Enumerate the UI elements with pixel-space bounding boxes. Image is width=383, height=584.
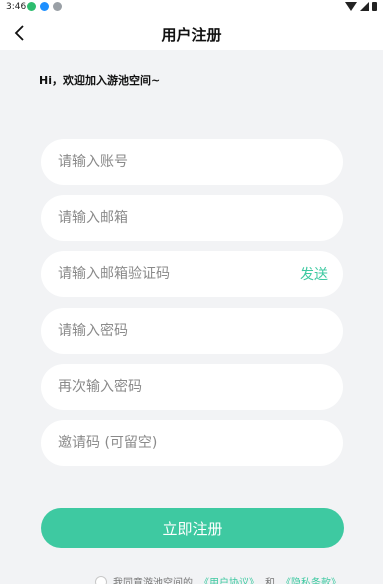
password-input[interactable] — [58, 308, 288, 354]
welcome-text: Hi，欢迎加入游池空间~ — [39, 74, 161, 87]
email-input[interactable] — [58, 195, 288, 241]
register-button[interactable]: 立即注册 — [41, 508, 344, 548]
privacy-link[interactable]: 《隐私条款》 — [281, 574, 341, 584]
status-bar: 3:46 — [0, 0, 383, 16]
email-field[interactable] — [41, 195, 343, 241]
user-agreement-link[interactable]: 《用户协议》 — [199, 574, 259, 584]
password-field[interactable] — [41, 308, 343, 354]
password-confirm-field[interactable] — [41, 364, 343, 410]
agreement-checkbox[interactable] — [95, 575, 107, 584]
header: 用户注册 — [0, 16, 383, 50]
agreement-prefix: 我同意游池空间的 — [113, 578, 193, 584]
agreement-row: 我同意游池空间的 《用户协议》 和 《隐私条款》 — [95, 574, 341, 584]
battery-icon — [372, 2, 377, 11]
account-field[interactable] — [41, 139, 343, 185]
invite-code-input[interactable] — [58, 420, 288, 466]
wifi-icon — [345, 2, 357, 11]
account-input[interactable] — [58, 139, 288, 185]
invite-code-field[interactable] — [41, 420, 343, 466]
email-code-input[interactable] — [58, 251, 288, 297]
page-title: 用户注册 — [161, 26, 222, 44]
send-code-button[interactable]: 发送 — [300, 264, 328, 284]
bluetooth-icon — [40, 2, 49, 11]
app-notification-icon — [27, 2, 36, 11]
password-confirm-input[interactable] — [58, 364, 288, 410]
system-notification-icon — [53, 2, 62, 11]
notification-icons — [27, 2, 62, 11]
email-code-field[interactable]: 发送 — [41, 251, 343, 297]
agreement-and: 和 — [265, 578, 275, 584]
status-time: 3:46 — [6, 2, 27, 12]
signal-icon — [360, 2, 369, 11]
status-right-icons — [345, 2, 377, 11]
